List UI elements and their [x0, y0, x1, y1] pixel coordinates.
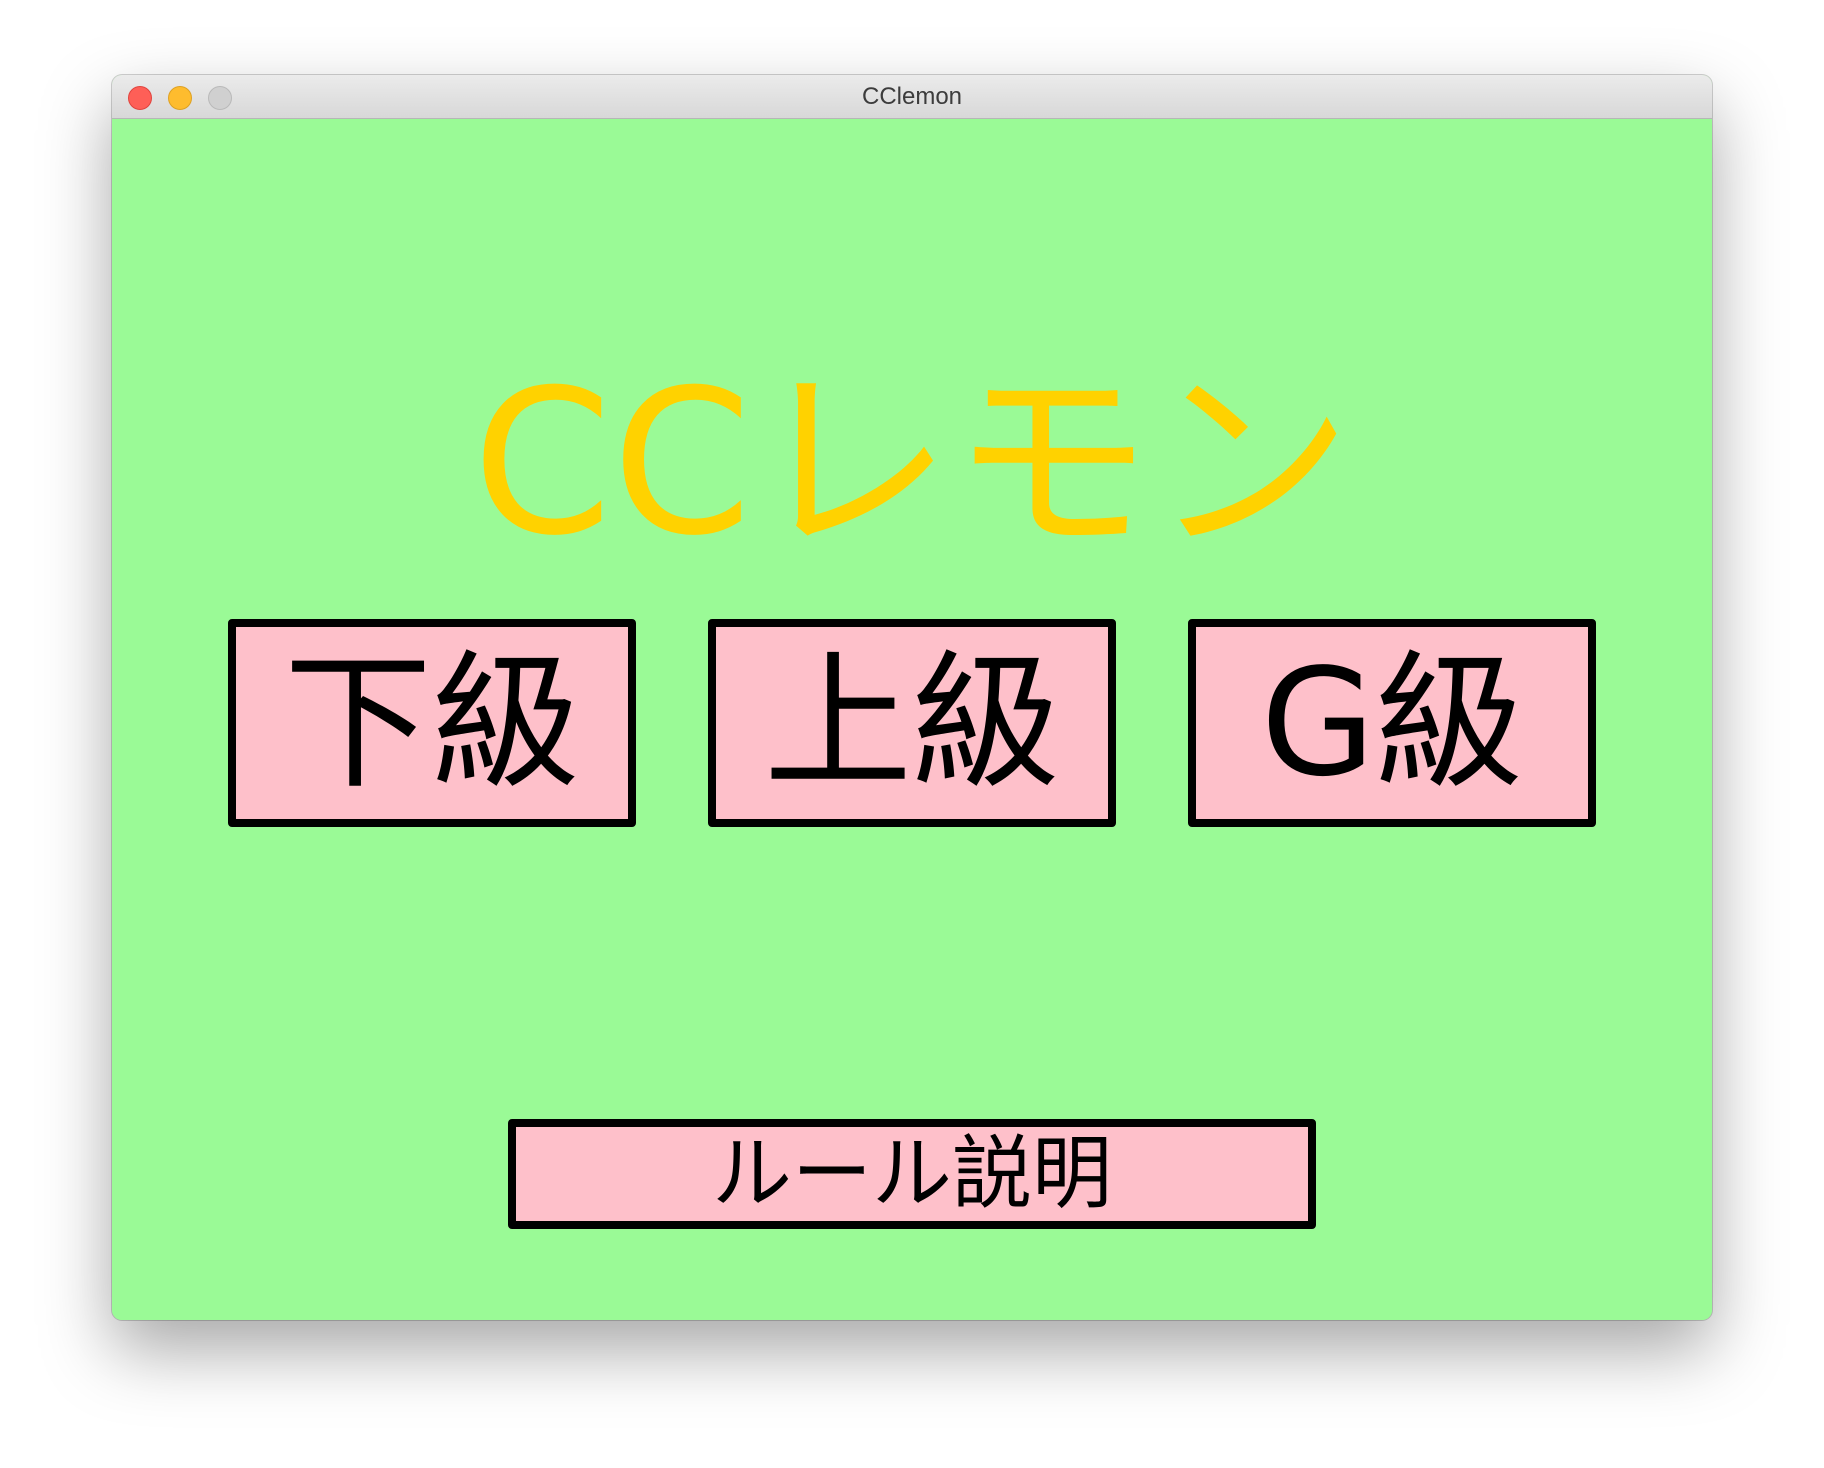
game-title: CCレモン: [472, 347, 1352, 580]
rules-explanation-button[interactable]: ルール説明: [508, 1119, 1316, 1229]
app-window: CClemon CCレモン 下級 上級 G級 ルール説明: [112, 75, 1712, 1320]
title-bar[interactable]: CClemon: [112, 75, 1712, 119]
g-level-button[interactable]: G級: [1188, 619, 1596, 827]
window-title: CClemon: [861, 83, 963, 110]
advanced-level-button[interactable]: 上級: [708, 619, 1116, 827]
beginner-level-button[interactable]: 下級: [228, 619, 636, 827]
main-content: CCレモン 下級 上級 G級 ルール説明: [112, 119, 1712, 1320]
